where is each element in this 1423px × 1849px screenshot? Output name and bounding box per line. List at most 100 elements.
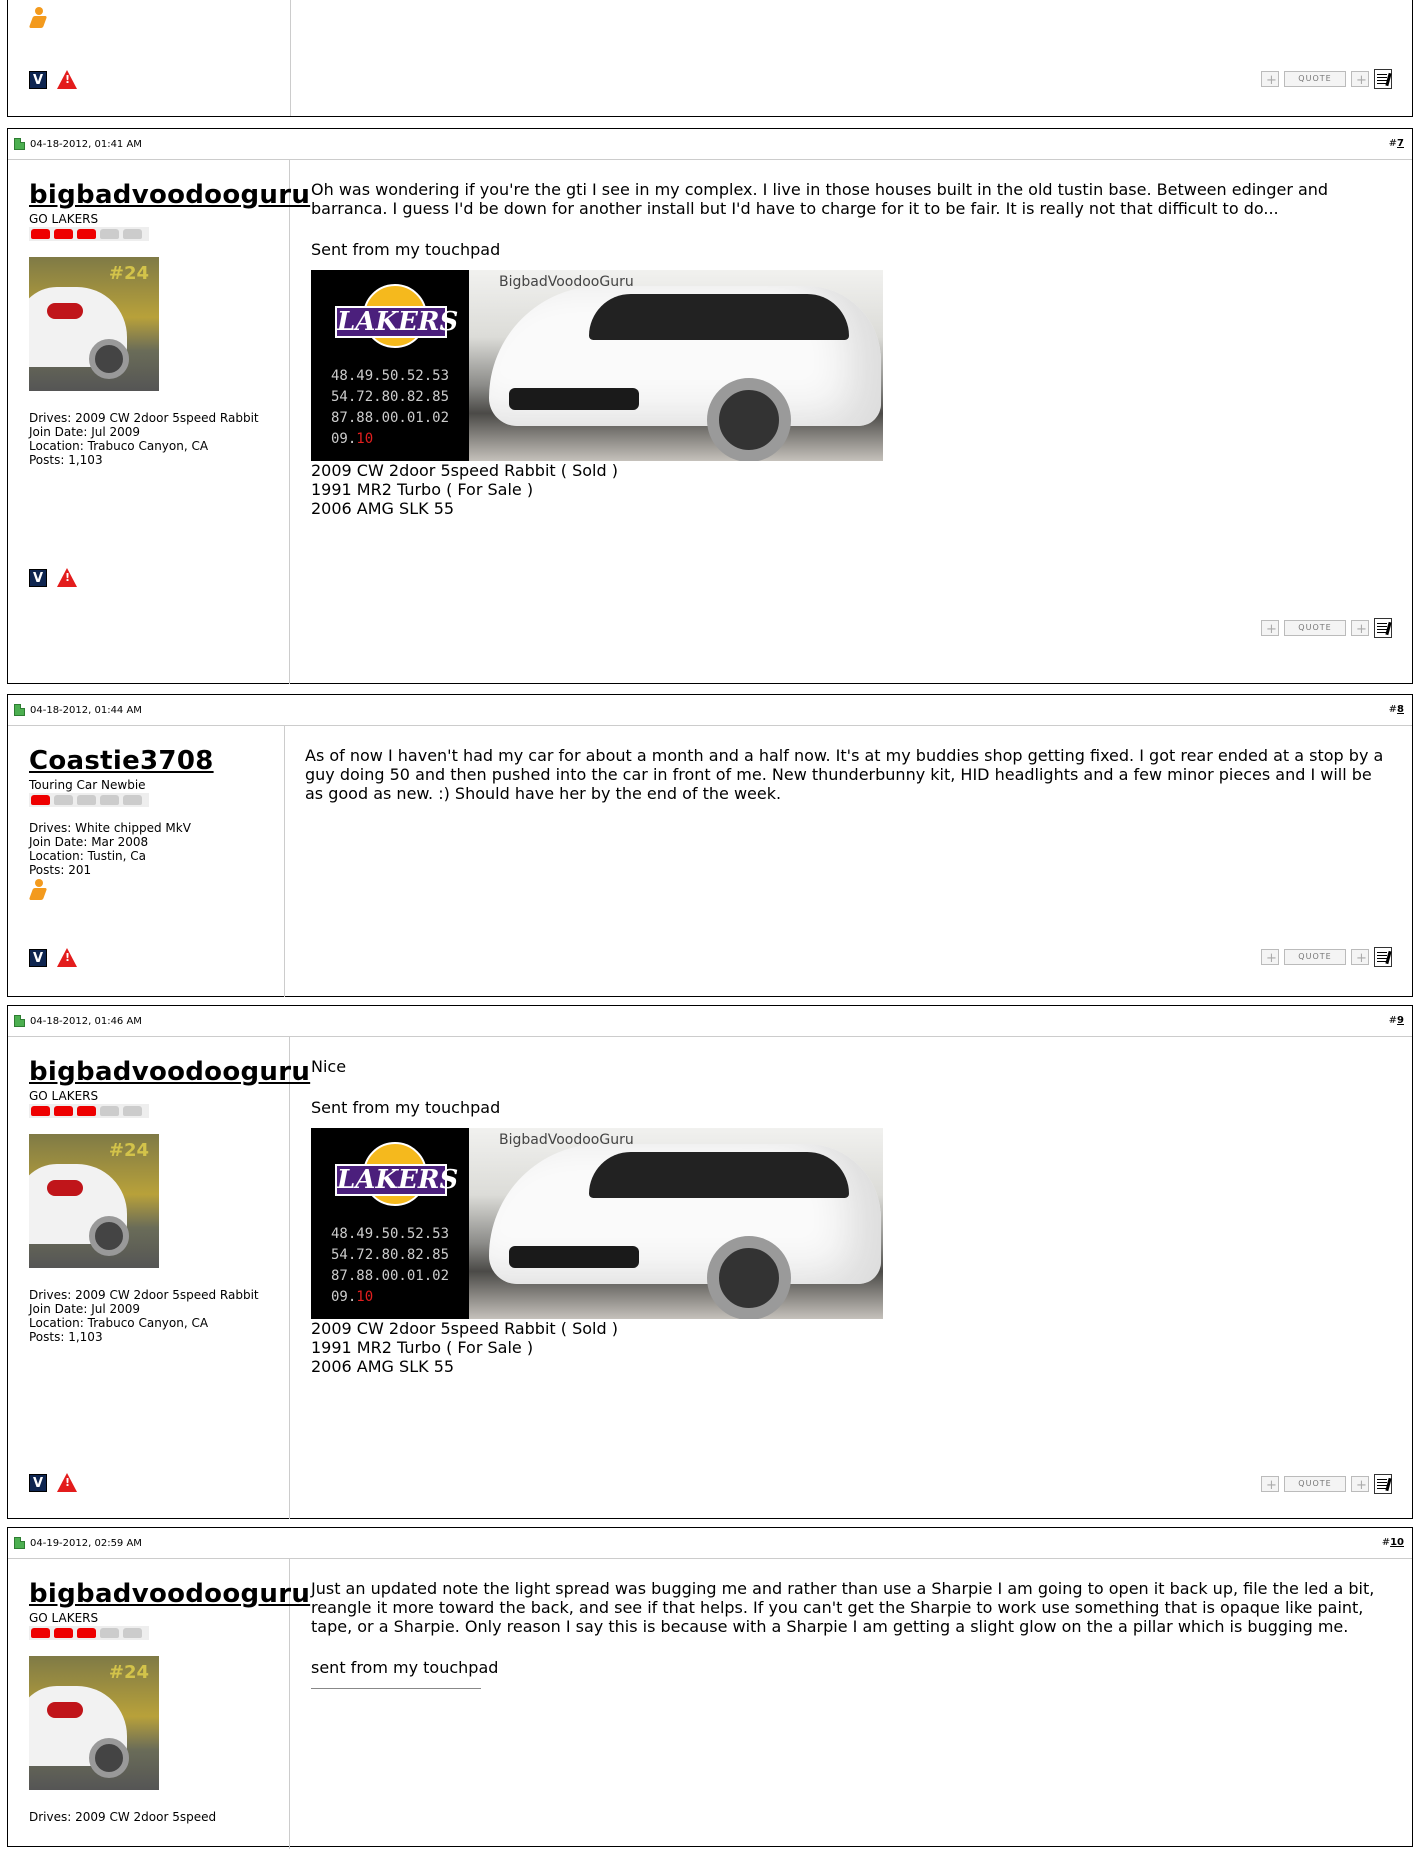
- user-join-date: Jul 2009: [91, 425, 141, 439]
- edit-icon[interactable]: [1374, 1474, 1392, 1494]
- post-actions: QUOTE: [1261, 1474, 1392, 1496]
- signature-banner: LAKERS 48.49.50.52.53 54.72.80.82.85 87.88…: [311, 270, 883, 461]
- report-icon[interactable]: [57, 948, 77, 967]
- post-date: 04-19-2012, 02:59 AM: [30, 1537, 142, 1549]
- user-info: Drives: White chipped MkV Join Date: Mar…: [29, 821, 191, 877]
- post-date: 04-18-2012, 01:46 AM: [30, 1015, 142, 1027]
- signature-numbers: 48.49.50.52.53 54.72.80.82.85 87.88.00.01.…: [331, 1226, 450, 1305]
- user-title: GO LAKERS: [29, 212, 99, 226]
- report-icon[interactable]: [57, 70, 77, 89]
- post-content: Just an updated note the light spread wa…: [290, 1559, 1412, 1849]
- post-number-link[interactable]: 7: [1397, 138, 1404, 149]
- post-sidebar: bigbadvoodooguru GO LAKERS #24 Drives: 2…: [8, 1037, 310, 1519]
- report-icon[interactable]: [57, 568, 77, 587]
- post-icon: [14, 138, 25, 150]
- lakers-logo: LAKERS: [335, 284, 458, 360]
- avatar[interactable]: #24: [29, 1134, 159, 1268]
- post-number-link[interactable]: 9: [1397, 1015, 1404, 1026]
- edit-icon[interactable]: [1374, 618, 1392, 638]
- post-content: As of now I haven't had my car for about…: [285, 726, 1412, 997]
- post-sidebar: Coastie3708 Touring Car Newbie Drives: W…: [8, 726, 285, 997]
- user-drives: 2009 CW 2door 5speed Rabbit: [75, 411, 259, 425]
- post-sent-line: sent from my touchpad: [311, 1658, 499, 1677]
- username-link[interactable]: bigbadvoodooguru: [29, 1057, 310, 1087]
- post-header: 04-19-2012, 02:59 AM #10: [8, 1528, 1412, 1559]
- post-message: Nice: [311, 1057, 347, 1076]
- quick-reply-icon[interactable]: [1351, 620, 1369, 640]
- quick-reply-icon[interactable]: [1351, 71, 1369, 91]
- user-post-count: 201: [68, 863, 92, 877]
- report-icon[interactable]: [57, 1473, 77, 1492]
- vw-vortex-icon[interactable]: V: [29, 70, 47, 89]
- user-info: Drives: 2009 CW 2door 5speed Rabbit Join…: [29, 411, 259, 467]
- vw-vortex-icon[interactable]: V: [29, 948, 47, 967]
- username-link[interactable]: Coastie3708: [29, 746, 214, 776]
- user-info: Drives: 2009 CW 2door 5speed Rabbit Join…: [29, 1288, 259, 1344]
- post-message: Oh was wondering if you're the gti I see…: [311, 180, 1329, 218]
- user-drives: 2009 CW 2door 5speed: [75, 1810, 217, 1824]
- avatar[interactable]: #24: [29, 1656, 159, 1790]
- hash: #: [1388, 138, 1398, 149]
- multiquote-icon[interactable]: [1261, 1476, 1279, 1496]
- post-content: Nice Sent from my touchpad LAKERS 48.49.…: [290, 1037, 1412, 1519]
- user-location: Trabuco Canyon, CA: [87, 1316, 209, 1330]
- post-message: As of now I haven't had my car for about…: [305, 746, 1384, 803]
- quote-button[interactable]: QUOTE: [1284, 1476, 1346, 1492]
- multiquote-icon[interactable]: [1261, 949, 1279, 969]
- post-date: 04-18-2012, 01:41 AM: [30, 138, 142, 150]
- post-header: 04-18-2012, 01:41 AM #7: [8, 129, 1412, 160]
- edit-icon[interactable]: [1374, 947, 1392, 967]
- aim-icon[interactable]: [29, 7, 49, 29]
- post-sent-line: Sent from my touchpad: [311, 240, 501, 259]
- user-drives: White chipped MkV: [75, 821, 191, 835]
- vw-vortex-icon[interactable]: V: [29, 1473, 47, 1492]
- post-sidebar: bigbadvoodooguru GO LAKERS #24 Drives: 2…: [8, 160, 310, 684]
- signature-banner: LAKERS 48.49.50.52.53 54.72.80.82.85 87.88…: [311, 1128, 883, 1319]
- post-sent-line: Sent from my touchpad: [311, 1098, 501, 1117]
- multiquote-icon[interactable]: [1261, 620, 1279, 640]
- post-icon: [14, 1537, 25, 1549]
- post-header: 04-18-2012, 01:46 AM #9: [8, 1006, 1412, 1037]
- user-title: GO LAKERS: [29, 1089, 99, 1103]
- username-link[interactable]: bigbadvoodooguru: [29, 180, 310, 210]
- post-message: Just an updated note the light spread wa…: [311, 1579, 1375, 1636]
- user-post-count: 1,103: [68, 453, 103, 467]
- quote-button[interactable]: QUOTE: [1284, 71, 1346, 87]
- user-info: Drives: 2009 CW 2door 5speed: [29, 1810, 217, 1824]
- post-number-link[interactable]: 10: [1390, 1537, 1404, 1548]
- signature-car-photo: BigbadVoodooGuru: [469, 1128, 883, 1319]
- post-icon: [14, 704, 25, 716]
- username-link[interactable]: bigbadvoodooguru: [29, 1579, 310, 1609]
- reputation-bar: [29, 227, 149, 241]
- user-drives: 2009 CW 2door 5speed Rabbit: [75, 1288, 259, 1302]
- user-location: Trabuco Canyon, CA: [87, 439, 209, 453]
- avatar[interactable]: #24: [29, 257, 159, 391]
- edit-icon[interactable]: [1374, 69, 1392, 89]
- aim-icon[interactable]: [29, 879, 49, 901]
- post-sidebar: bigbadvoodooguru GO LAKERS #24 Drives: 2…: [8, 1559, 310, 1849]
- vw-vortex-icon[interactable]: V: [29, 568, 47, 587]
- post-content: QUOTE: [291, 0, 1412, 116]
- post-actions: QUOTE: [1261, 947, 1392, 969]
- user-join-date: Mar 2008: [91, 835, 149, 849]
- signature-numbers: 48.49.50.52.53 54.72.80.82.85 87.88.00.01.…: [331, 368, 450, 447]
- user-post-count: 1,103: [68, 1330, 103, 1344]
- multiquote-icon[interactable]: [1261, 71, 1279, 91]
- user-location: Tustin, Ca: [87, 849, 146, 863]
- quote-button[interactable]: QUOTE: [1284, 620, 1346, 636]
- post-number-link[interactable]: 8: [1397, 704, 1404, 715]
- signature-car-photo: BigbadVoodooGuru: [469, 270, 883, 461]
- post-actions: QUOTE: [1261, 69, 1392, 91]
- post-actions: QUOTE: [1261, 618, 1392, 640]
- reputation-bar: [29, 1626, 149, 1640]
- post-content: Oh was wondering if you're the gti I see…: [290, 160, 1412, 684]
- quick-reply-icon[interactable]: [1351, 1476, 1369, 1496]
- quick-reply-icon[interactable]: [1351, 949, 1369, 969]
- lakers-logo: LAKERS: [335, 1142, 458, 1218]
- user-title: GO LAKERS: [29, 1611, 99, 1625]
- post-header: 04-18-2012, 01:44 AM #8: [8, 695, 1412, 726]
- post-8: 04-18-2012, 01:44 AM #8 Coastie3708 Tour…: [7, 694, 1413, 997]
- post-icon: [14, 1015, 25, 1027]
- user-join-date: Jul 2009: [91, 1302, 141, 1316]
- quote-button[interactable]: QUOTE: [1284, 949, 1346, 965]
